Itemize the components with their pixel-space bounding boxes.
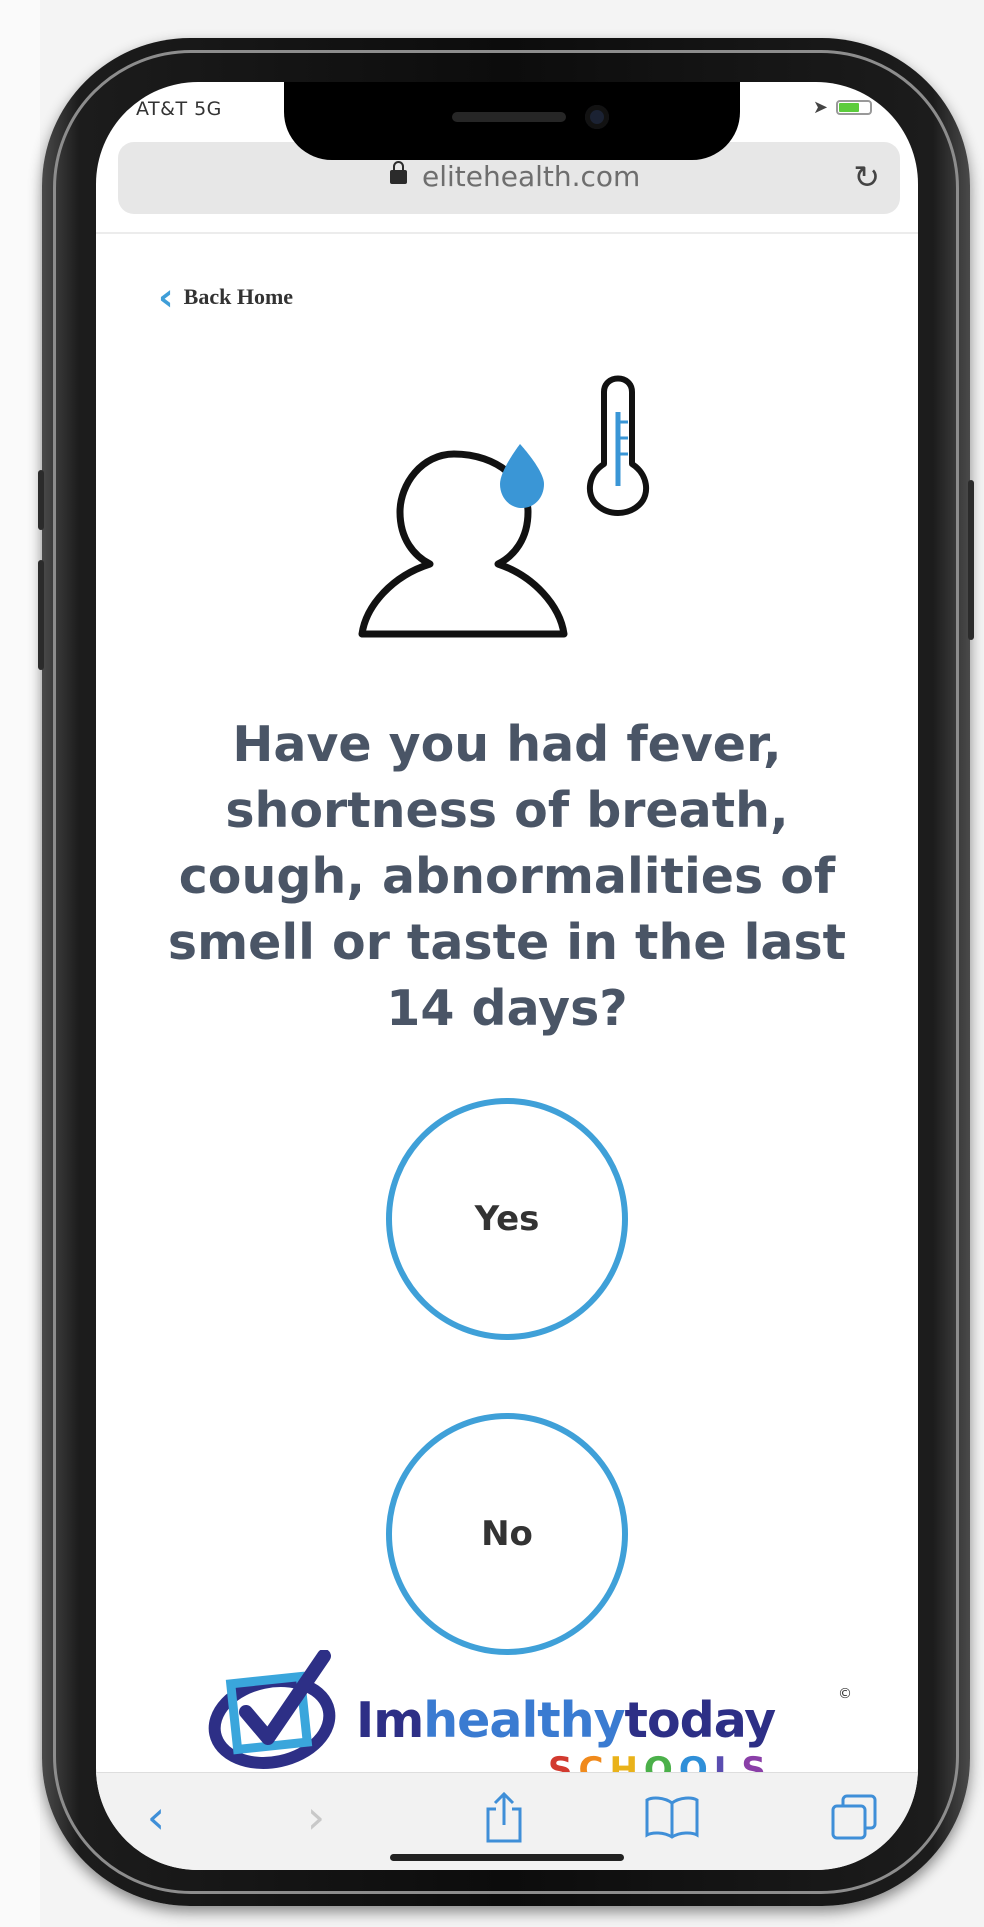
status-icons: ➤	[813, 97, 872, 118]
registered-mark: ©	[838, 1686, 852, 1702]
yes-button[interactable]: Yes	[386, 1098, 628, 1340]
no-button[interactable]: No	[386, 1413, 628, 1655]
reload-icon[interactable]: ↻	[853, 158, 880, 196]
back-arrow-icon[interactable]: ‹	[126, 1787, 186, 1847]
url-text[interactable]: elitehealth.com	[422, 160, 640, 193]
yes-label: Yes	[474, 1199, 540, 1239]
page-divider	[96, 232, 918, 234]
phone-side-button	[38, 470, 44, 530]
brand-name-today: today	[624, 1692, 777, 1749]
brand-name-healthy: healthy	[423, 1692, 625, 1749]
tabs-icon[interactable]	[824, 1787, 884, 1847]
screening-question: Have you had fever, shortness of breath,…	[167, 716, 847, 1037]
location-icon: ➤	[812, 97, 828, 118]
no-label: No	[481, 1514, 533, 1554]
brand-name-im: Im	[356, 1692, 424, 1749]
checkmark-logo-icon	[208, 1649, 336, 1769]
share-icon[interactable]	[474, 1787, 534, 1847]
front-camera	[585, 105, 609, 129]
battery-icon	[836, 100, 872, 115]
forward-arrow-icon[interactable]: ›	[286, 1787, 346, 1847]
back-home-link[interactable]: ‹ Back Home	[158, 278, 293, 316]
speaker-grille	[452, 112, 566, 122]
phone-notch	[284, 82, 740, 160]
imhealthytoday-logo: Imhealthytoday © SCHOOLS	[206, 1649, 852, 1790]
bookmarks-icon[interactable]	[642, 1787, 702, 1847]
thermometer-icon	[586, 375, 650, 516]
brand-name: Imhealthytoday	[356, 1692, 777, 1749]
back-home-label: Back Home	[183, 284, 294, 309]
person-with-fever-icon	[358, 375, 650, 638]
back-chevron-icon: ‹	[158, 275, 174, 319]
phone-side-button	[38, 560, 44, 670]
home-indicator	[390, 1854, 624, 1861]
water-drop-icon	[500, 444, 544, 508]
phone-screen: AT&T 5G ➤ elitehealth.com ↻ ‹ Back Home …	[96, 82, 918, 1870]
carrier-label: AT&T 5G	[136, 98, 222, 120]
lock-icon	[390, 161, 407, 184]
phone-side-button	[968, 480, 974, 640]
left-gutter	[0, 0, 40, 1927]
